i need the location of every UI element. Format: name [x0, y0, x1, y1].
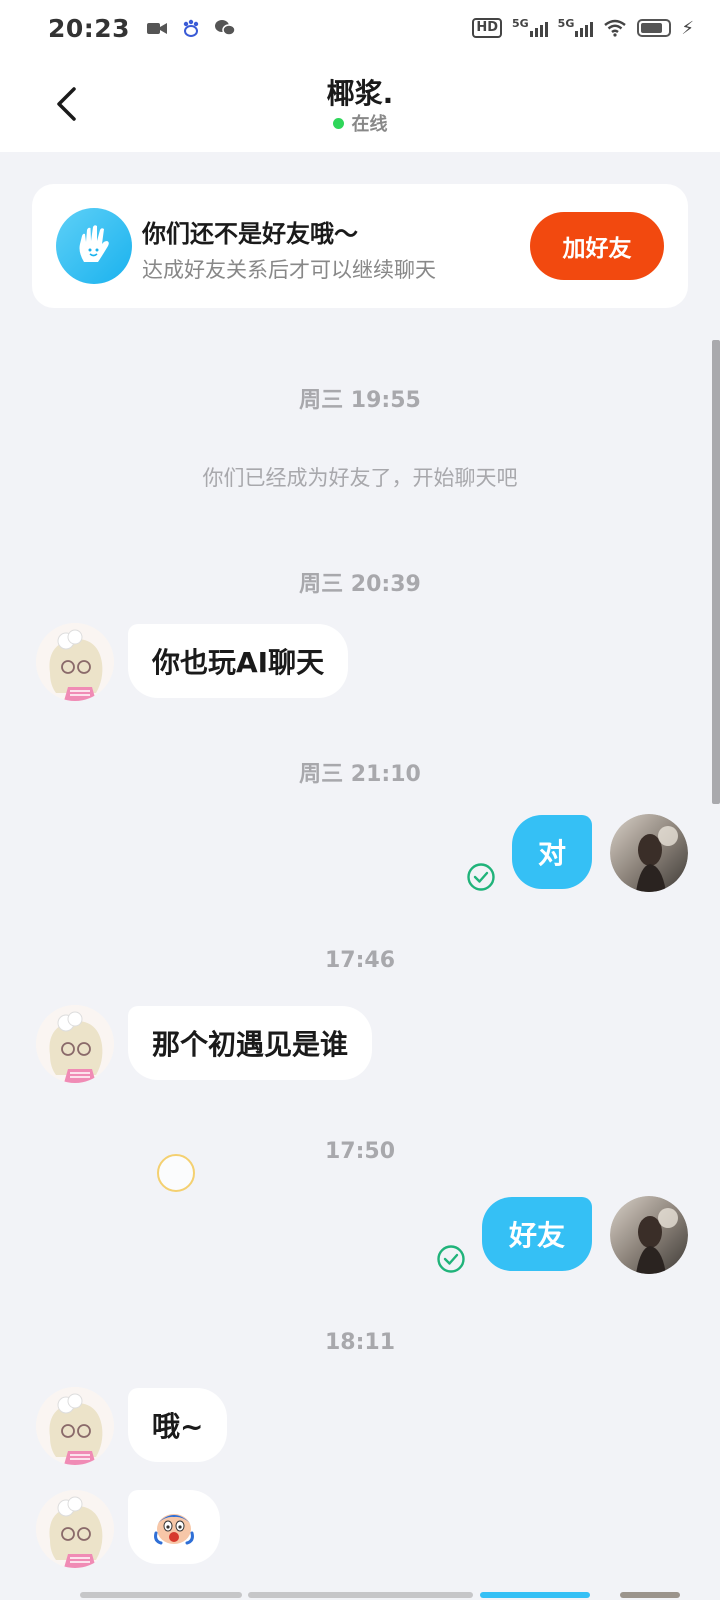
online-status: 在线 [0, 110, 720, 136]
hand-wave-icon [56, 208, 132, 284]
timestamp: 18:11 [324, 1330, 396, 1355]
message-bubble-outgoing[interactable]: 好友 [482, 1197, 592, 1271]
timestamp: 周三 20:39 [299, 572, 421, 597]
sticker-message[interactable] [128, 1490, 220, 1564]
read-check-icon [437, 1245, 465, 1273]
online-status-label: 在线 [351, 114, 388, 135]
network-label-2: 5G [557, 17, 575, 30]
timestamp: 17:50 [324, 1139, 396, 1164]
timestamp: 周三 21:10 [299, 762, 421, 787]
timestamp: 17:46 [324, 948, 396, 973]
battery-icon [637, 19, 672, 37]
status-time: 20:23 [48, 13, 131, 43]
banner-title: 你们还不是好友哦～ [142, 220, 358, 248]
scared-face-sticker [154, 1514, 194, 1545]
my-avatar[interactable] [610, 814, 688, 892]
bottom-input-bar [0, 1592, 720, 1600]
system-message: 你们已经成为好友了，开始聊天吧 [202, 466, 518, 490]
online-dot [332, 118, 344, 129]
video-icon [147, 23, 168, 34]
message-bubble-incoming[interactable]: 你也玩AI聊天 [128, 624, 349, 698]
timestamp: 周三 19:55 [299, 388, 421, 413]
message-bubble-incoming[interactable]: 那个初遇见是谁 [128, 1006, 373, 1080]
banner-subtitle: 达成好友关系后才可以继续聊天 [142, 258, 436, 282]
contact-avatar[interactable] [36, 623, 114, 701]
contact-name: 椰浆. [326, 77, 394, 110]
not-friends-banner: 你们还不是好友哦～ 达成好友关系后才可以继续聊天 加好友 [32, 184, 688, 308]
contact-avatar[interactable] [36, 1490, 114, 1568]
charging-icon: ⚡ [681, 17, 694, 39]
contact-avatar[interactable] [36, 1005, 114, 1083]
wifi-icon [604, 19, 627, 37]
add-friend-button[interactable]: 加好友 [530, 212, 664, 280]
touch-indicator [157, 1154, 195, 1192]
network-label-1: 5G [511, 17, 529, 30]
chat-header: 椰浆. 在线 [0, 56, 720, 152]
baidu-icon [183, 19, 199, 37]
message-bubble-outgoing[interactable]: 对 [512, 815, 592, 889]
status-bar: 20:23 HD 5G 5G ⚡ [0, 0, 720, 56]
my-avatar[interactable] [610, 1196, 688, 1274]
contact-avatar[interactable] [36, 1387, 114, 1465]
read-check-icon [467, 863, 495, 891]
message-bubble-incoming[interactable]: 哦~ [128, 1388, 228, 1462]
signal-icon-2 [575, 19, 594, 37]
wechat-icon [215, 20, 236, 36]
hd-badge: HD [472, 18, 502, 38]
signal-icon [529, 19, 548, 37]
